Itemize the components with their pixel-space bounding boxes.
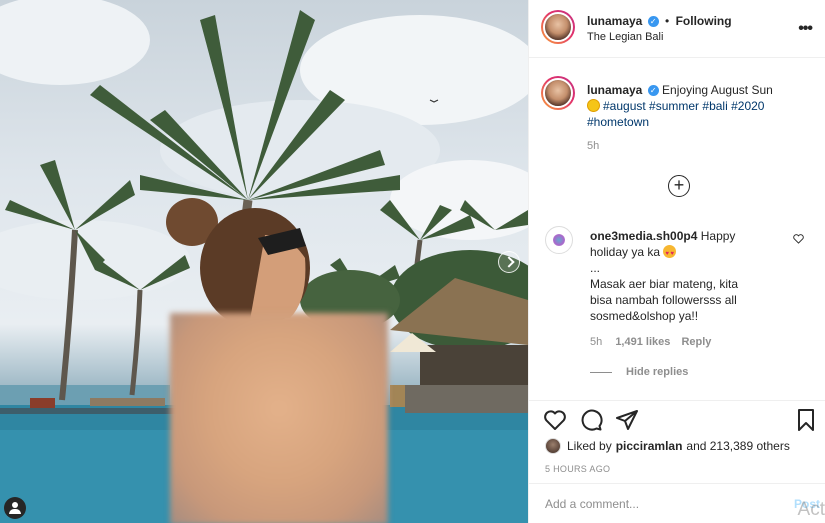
caption: lunamaya ✓ Enjoying August Sun #august #… <box>587 82 802 152</box>
more-horizontal-icon[interactable]: ••• <box>798 20 813 38</box>
caption-avatar[interactable] <box>541 76 575 110</box>
liked-by-prefix: Liked by <box>567 439 612 453</box>
post-details-panel: lunamaya ✓ • Following The Legian Bali •… <box>528 0 825 523</box>
caption-username[interactable]: lunamaya <box>587 83 642 97</box>
comment-text: holiday ya ka <box>590 245 661 259</box>
load-more-comments-icon[interactable]: + <box>668 175 690 197</box>
share-icon[interactable] <box>615 408 639 432</box>
post-time-ago[interactable]: 5 HOURS AGO <box>545 464 610 474</box>
caption-time: 5h <box>587 140 600 152</box>
add-comment-input[interactable] <box>545 495 775 513</box>
replies-divider <box>590 371 612 373</box>
author-username[interactable]: lunamaya <box>587 14 642 28</box>
comment-item: one3media.sh00p4 Happy holiday ya ka ...… <box>590 228 790 348</box>
hide-replies-button[interactable]: Hide replies <box>590 366 688 378</box>
liker-avatar[interactable] <box>545 438 561 454</box>
carousel-next-button[interactable] <box>498 251 520 273</box>
verified-badge-icon: ✓ <box>647 85 659 97</box>
liked-by-user[interactable]: picciramlan <box>616 439 683 453</box>
comment-icon[interactable] <box>579 408 603 432</box>
following-button[interactable]: Following <box>676 14 732 28</box>
heart-icon[interactable] <box>543 408 567 432</box>
comment-text: sosmed&olshop ya!! <box>590 309 699 323</box>
sun-emoji-icon <box>587 99 600 112</box>
post-location[interactable]: The Legian Bali <box>587 31 663 43</box>
hashtag-link[interactable]: #hometown <box>587 115 649 129</box>
comment-text: Happy <box>700 229 736 243</box>
like-comment-heart-icon[interactable] <box>793 234 804 244</box>
hashtag-link[interactable]: #bali <box>702 99 727 113</box>
activation-watermark: Act <box>797 499 825 520</box>
verified-badge-icon: ✓ <box>647 16 659 28</box>
comments-list[interactable]: lunamaya ✓ Enjoying August Sun #august #… <box>529 58 825 400</box>
separator-dot: • <box>665 14 670 28</box>
reply-button[interactable]: Reply <box>681 336 711 348</box>
caption-text: Enjoying August Sun <box>662 83 773 97</box>
post-header: lunamaya ✓ • Following The Legian Bali •… <box>529 0 825 58</box>
post-photo[interactable] <box>0 0 528 523</box>
commenter-username[interactable]: one3media.sh00p4 <box>590 229 697 243</box>
heart-eyes-emoji-icon <box>663 245 677 262</box>
liked-by: Liked by picciramlan and 213,389 others <box>545 438 790 454</box>
hashtag-link[interactable]: #summer <box>649 99 699 113</box>
hide-replies-label[interactable]: Hide replies <box>626 366 688 378</box>
add-comment-bar: Post <box>529 483 825 523</box>
comment-text: bisa nambah followersss all <box>590 293 737 307</box>
comment-likes[interactable]: 1,491 likes <box>615 336 670 348</box>
author-avatar[interactable] <box>541 10 575 44</box>
hashtag-link[interactable]: #2020 <box>731 99 764 113</box>
post-actions: Liked by picciramlan and 213,389 others … <box>529 400 825 482</box>
user-tag-icon[interactable] <box>4 497 26 519</box>
comment-text: Masak aer biar mateng, kita <box>590 277 739 291</box>
bookmark-icon[interactable] <box>794 408 818 432</box>
liked-by-count[interactable]: and 213,389 others <box>686 439 789 453</box>
hashtag-link[interactable]: #august <box>603 99 646 113</box>
commenter-avatar[interactable] <box>545 226 573 254</box>
comment-text: ... <box>590 261 601 275</box>
comment-time: 5h <box>590 336 603 348</box>
censored-blur-region <box>170 313 388 523</box>
